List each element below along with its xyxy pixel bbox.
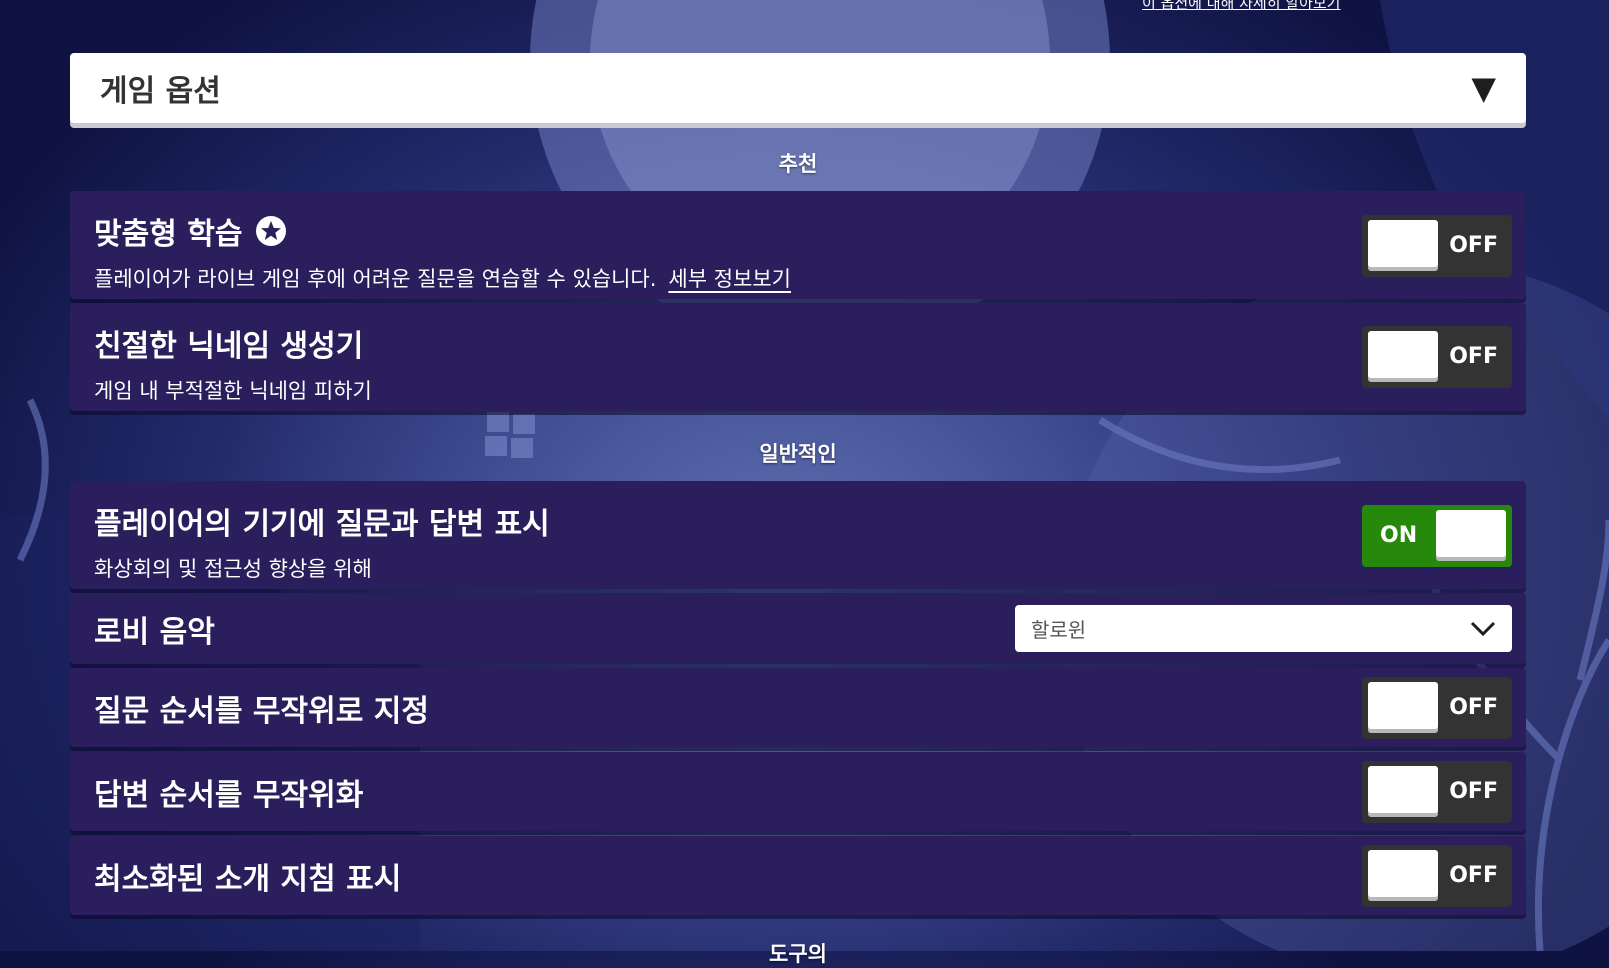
show-on-devices-toggle[interactable]: ON xyxy=(1362,505,1512,567)
toggle-knob xyxy=(1368,766,1438,813)
toggle-knob xyxy=(1368,220,1438,267)
randomize-questions-toggle[interactable]: OFF xyxy=(1362,677,1512,739)
toggle-knob xyxy=(1368,850,1438,897)
setting-description: 플레이어가 라이브 게임 후에 어려운 질문을 연습할 수 있습니다. xyxy=(94,267,657,291)
triangle-down-icon[interactable]: ▼ xyxy=(1471,72,1496,104)
setting-title: 질문 순서를 무작위로 지정 xyxy=(94,693,429,729)
toggle-knob xyxy=(1368,331,1438,378)
setting-title: 플레이어의 기기에 질문과 답변 표시 xyxy=(94,507,550,542)
setting-title: 로비 음악 xyxy=(94,614,215,650)
learn-more-link[interactable]: 이 옵션에 대해 자세히 알아보기 xyxy=(1142,0,1340,13)
section-general: 일반적인 xyxy=(759,442,837,466)
setting-title: 답변 순서를 무작위화 xyxy=(94,777,364,813)
setting-lobby-music: 로비 음악 할로윈 xyxy=(70,593,1526,664)
lobby-music-selected-value: 할로윈 xyxy=(1031,618,1087,642)
toggle-state-label: OFF xyxy=(1449,779,1498,804)
setting-smart-practice: 맞춤형 학습 플레이어가 라이브 게임 후에 어려운 질문을 연습할 수 있습니… xyxy=(70,191,1526,299)
minimized-intro-toggle[interactable]: OFF xyxy=(1362,845,1512,907)
setting-title: 맞춤형 학습 xyxy=(94,217,243,252)
game-options-header[interactable]: 게임 옵션 ▼ xyxy=(70,53,1526,123)
setting-description: 게임 내 부적절한 닉네임 피하기 xyxy=(94,379,372,403)
setting-description: 화상회의 및 접근성 향상을 위해 xyxy=(94,557,372,581)
toggle-state-label: ON xyxy=(1380,523,1418,548)
setting-title: 친절한 닉네임 생성기 xyxy=(94,329,364,364)
chevron-down-icon xyxy=(1470,621,1496,636)
toggle-knob xyxy=(1436,510,1506,557)
toggle-state-label: OFF xyxy=(1449,863,1498,888)
toggle-knob xyxy=(1368,682,1438,729)
setting-friendly-nickname: 친절한 닉네임 생성기 게임 내 부적절한 닉네임 피하기 OFF xyxy=(70,303,1526,411)
setting-randomize-questions: 질문 순서를 무작위로 지정 OFF xyxy=(70,668,1526,747)
section-recommended: 추천 xyxy=(778,152,818,176)
friendly-nickname-toggle[interactable]: OFF xyxy=(1362,326,1512,388)
toggle-state-label: OFF xyxy=(1449,695,1498,720)
randomize-answers-toggle[interactable]: OFF xyxy=(1362,761,1512,823)
toggle-state-label: OFF xyxy=(1449,344,1498,369)
star-icon xyxy=(256,216,287,246)
setting-show-on-devices: 플레이어의 기기에 질문과 답변 표시 화상회의 및 접근성 향상을 위해 ON xyxy=(70,481,1526,589)
smart-practice-toggle[interactable]: OFF xyxy=(1362,215,1512,277)
game-options-title: 게임 옵션 xyxy=(100,74,221,109)
toggle-state-label: OFF xyxy=(1449,233,1498,258)
setting-randomize-answers: 답변 순서를 무작위화 OFF xyxy=(70,752,1526,831)
setting-title: 최소화된 소개 지침 표시 xyxy=(94,861,402,897)
lobby-music-select[interactable]: 할로윈 xyxy=(1015,605,1512,652)
section-next-partial: 도구의 xyxy=(769,942,827,966)
view-details-link[interactable]: 세부 정보보기 xyxy=(668,263,791,293)
setting-minimized-intro: 최소화된 소개 지침 표시 OFF xyxy=(70,836,1526,915)
